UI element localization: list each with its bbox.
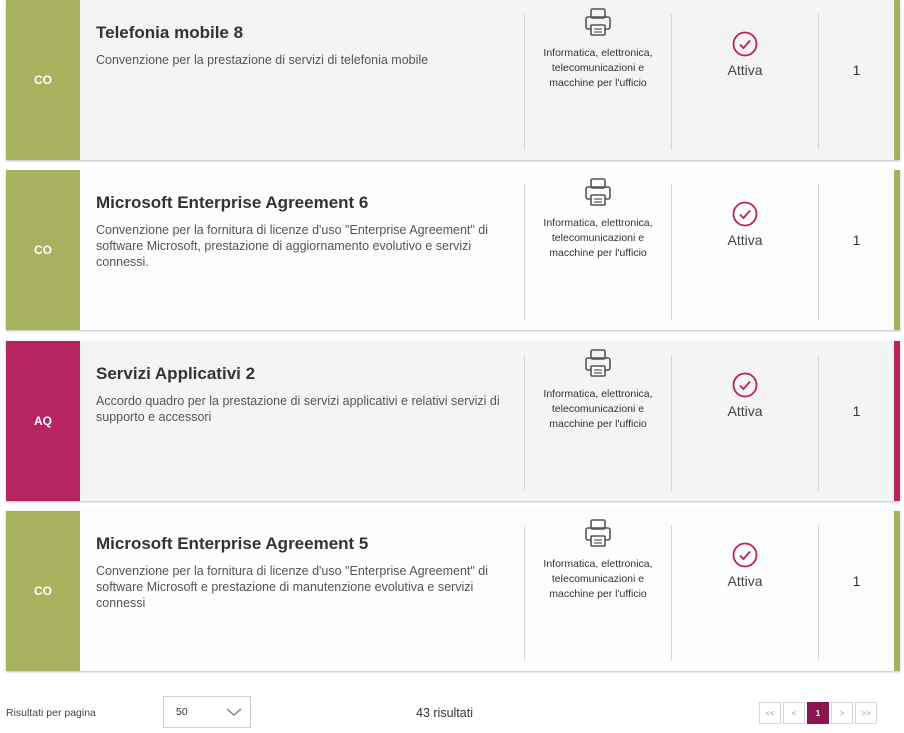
first-page-button[interactable]: << [759, 702, 781, 724]
type-badge: CO [6, 511, 80, 671]
status-label: Attiva [727, 62, 763, 78]
item-title[interactable]: Telefonia mobile 8 [96, 22, 512, 44]
item-count: 1 [852, 573, 861, 589]
item-description: Convenzione per la fornitura di licenze … [96, 564, 489, 610]
pager: << < 1 > >> [759, 702, 877, 724]
printer-icon [585, 349, 611, 377]
status-label: Attiva [727, 232, 763, 248]
next-page-button[interactable]: > [831, 702, 853, 724]
category-label: Informatica, elettronica, telecomunicazi… [543, 558, 653, 600]
category-cell: Informatica, elettronica, telecomunicazi… [525, 341, 671, 501]
type-edge [894, 341, 900, 501]
type-badge: CO [6, 170, 80, 330]
type-badge: AQ [6, 341, 80, 501]
list-item[interactable]: CO Telefonia mobile 8 Convenzione per la… [6, 0, 900, 160]
type-edge [894, 170, 900, 330]
item-info: Microsoft Enterprise Agreement 6 Convenz… [80, 170, 524, 330]
item-info: Servizi Applicativi 2 Accordo quadro per… [80, 341, 524, 501]
per-page-value: 50 [176, 706, 188, 718]
per-page-label: Risultati per pagina [6, 707, 96, 719]
list-item[interactable]: AQ Servizi Applicativi 2 Accordo quadro … [6, 341, 900, 501]
prev-page-button[interactable]: < [783, 702, 805, 724]
item-title[interactable]: Microsoft Enterprise Agreement 5 [96, 533, 512, 555]
list-item[interactable]: CO Microsoft Enterprise Agreement 5 Conv… [6, 511, 900, 671]
item-info: Telefonia mobile 8 Convenzione per la pr… [80, 0, 524, 160]
category-label: Informatica, elettronica, telecomunicazi… [543, 47, 653, 89]
check-circle-icon [732, 31, 758, 57]
status-cell: Attiva [672, 170, 818, 330]
chevron-down-icon [226, 708, 242, 716]
printer-icon [585, 178, 611, 206]
category-label: Informatica, elettronica, telecomunicazi… [543, 388, 653, 430]
type-edge [894, 0, 900, 160]
item-info: Microsoft Enterprise Agreement 5 Convenz… [80, 511, 524, 671]
item-description: Convenzione per la fornitura di licenze … [96, 223, 489, 269]
category-cell: Informatica, elettronica, telecomunicazi… [525, 170, 671, 330]
page-button-current[interactable]: 1 [807, 702, 829, 724]
printer-icon [585, 8, 611, 36]
per-page-select[interactable]: 50 [163, 696, 251, 728]
item-description: Convenzione per la prestazione di serviz… [96, 53, 429, 67]
list-item[interactable]: CO Microsoft Enterprise Agreement 6 Conv… [6, 170, 900, 330]
printer-icon [585, 519, 611, 547]
status-cell: Attiva [672, 341, 818, 501]
status-label: Attiva [727, 573, 763, 589]
category-label: Informatica, elettronica, telecomunicazi… [543, 217, 653, 259]
check-circle-icon [732, 201, 758, 227]
status-label: Attiva [727, 403, 763, 419]
item-count: 1 [852, 62, 861, 78]
status-cell: Attiva [672, 511, 818, 671]
item-description: Accordo quadro per la prestazione di ser… [96, 394, 500, 424]
item-title[interactable]: Servizi Applicativi 2 [96, 363, 512, 385]
item-title[interactable]: Microsoft Enterprise Agreement 6 [96, 192, 512, 214]
check-circle-icon [732, 542, 758, 568]
type-badge: CO [6, 0, 80, 160]
check-circle-icon [732, 372, 758, 398]
type-edge [894, 511, 900, 671]
last-page-button[interactable]: >> [855, 702, 877, 724]
status-cell: Attiva [672, 0, 818, 160]
category-cell: Informatica, elettronica, telecomunicazi… [525, 0, 671, 160]
pagination-bar: Risultati per pagina 50 43 risultati << … [0, 682, 904, 733]
category-cell: Informatica, elettronica, telecomunicazi… [525, 511, 671, 671]
results-count: 43 risultati [416, 706, 473, 720]
item-count: 1 [852, 403, 861, 419]
item-count: 1 [852, 232, 861, 248]
